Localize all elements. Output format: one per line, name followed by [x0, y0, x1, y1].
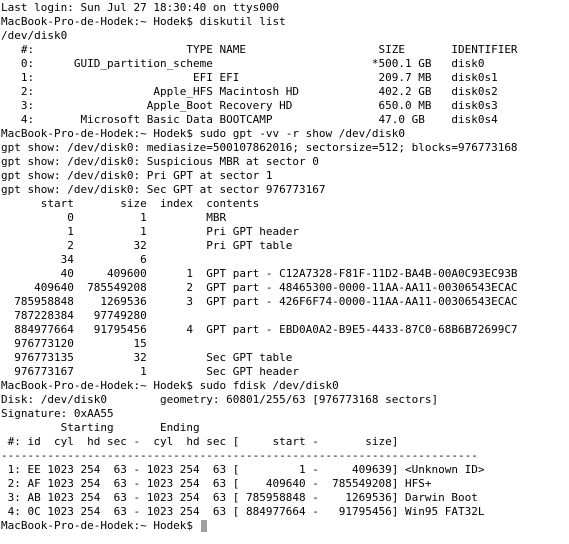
shell-prompt: MacBook-Pro-de-Hodek:~ Hodek$ [1, 519, 200, 532]
terminal-line: Disk: /dev/disk0 geometry: 60801/255/63 … [1, 393, 439, 406]
terminal-window[interactable]: Last login: Sun Jul 27 18:30:40 on ttys0… [0, 0, 569, 544]
terminal-line: 976773120 15 [1, 337, 147, 350]
terminal-output: Last login: Sun Jul 27 18:30:40 on ttys0… [1, 1, 569, 519]
terminal-line: Signature: 0xAA55 [1, 407, 114, 420]
terminal-line: Starting Ending [1, 421, 200, 434]
terminal-line: 0 1 MBR [1, 211, 227, 224]
terminal-line: ----------------------------------------… [1, 449, 478, 462]
terminal-line: 3: Apple_Boot Recovery HD 650.0 MB disk0… [1, 99, 498, 112]
terminal-line: 4: 0C 1023 254 63 - 1023 254 63 [ 884977… [1, 505, 485, 518]
terminal-line: 1: EE 1023 254 63 - 1023 254 63 [ 1 - 40… [1, 463, 485, 476]
terminal-prompt-line[interactable]: MacBook-Pro-de-Hodek:~ Hodek$ [1, 519, 569, 533]
terminal-line: 0: GUID_partition_scheme *500.1 GB disk0 [1, 57, 485, 70]
terminal-line: gpt show: /dev/disk0: mediasize=50010786… [1, 141, 518, 154]
terminal-line: 2 32 Pri GPT table [1, 239, 293, 252]
terminal-line: 1: EFI EFI 209.7 MB disk0s1 [1, 71, 498, 84]
text-cursor [200, 520, 207, 532]
terminal-line: gpt show: /dev/disk0: Sec GPT at sector … [1, 183, 326, 196]
terminal-line: 976773167 1 Sec GPT header [1, 365, 300, 378]
terminal-line: MacBook-Pro-de-Hodek:~ Hodek$ sudo gpt -… [1, 127, 405, 140]
terminal-line: /dev/disk0 [1, 29, 68, 42]
terminal-line: 787228384 97749280 [1, 309, 147, 322]
terminal-line: gpt show: /dev/disk0: Pri GPT at sector … [1, 169, 273, 182]
terminal-line: gpt show: /dev/disk0: Suspicious MBR at … [1, 155, 319, 168]
terminal-line: 884977664 91795456 4 GPT part - EBD0A0A2… [1, 323, 518, 336]
terminal-line: 40 409600 1 GPT part - C12A7328-F81F-11D… [1, 267, 518, 280]
terminal-line: 409640 785549208 2 GPT part - 48465300-0… [1, 281, 518, 294]
terminal-line: MacBook-Pro-de-Hodek:~ Hodek$ sudo fdisk… [1, 379, 339, 392]
terminal-line: 2: AF 1023 254 63 - 1023 254 63 [ 409640… [1, 477, 432, 490]
terminal-line: #: TYPE NAME SIZE IDENTIFIER [1, 43, 518, 56]
terminal-line: 34 6 [1, 253, 147, 266]
terminal-line: 2: Apple_HFS Macintosh HD 402.2 GB disk0… [1, 85, 498, 98]
terminal-line: 1 1 Pri GPT header [1, 225, 300, 238]
terminal-line: Last login: Sun Jul 27 18:30:40 on ttys0… [1, 1, 280, 14]
terminal-line: 785958848 1269536 3 GPT part - 426F6F74-… [1, 295, 518, 308]
terminal-line: 976773135 32 Sec GPT table [1, 351, 293, 364]
terminal-line: #: id cyl hd sec - cyl hd sec [ start - … [1, 435, 399, 448]
terminal-line: 4: Microsoft Basic Data BOOTCAMP 47.0 GB… [1, 113, 498, 126]
terminal-line: MacBook-Pro-de-Hodek:~ Hodek$ diskutil l… [1, 15, 286, 28]
terminal-line: start size index contents [1, 197, 260, 210]
terminal-line: 3: AB 1023 254 63 - 1023 254 63 [ 785958… [1, 491, 478, 504]
